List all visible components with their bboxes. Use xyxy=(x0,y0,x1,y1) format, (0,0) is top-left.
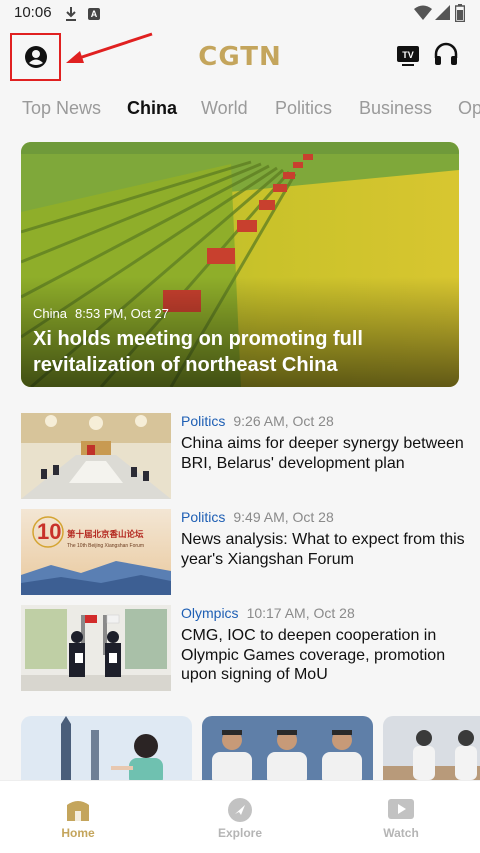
video-card[interactable] xyxy=(21,716,192,780)
tab-business[interactable]: Business xyxy=(359,98,432,119)
hero-title: Xi holds meeting on promoting full revit… xyxy=(33,328,363,376)
category-tabs: Top News China World Politics Business O… xyxy=(0,88,480,128)
news-title: China aims for deeper synergy between BR… xyxy=(181,435,464,472)
app-header: CGTN TV xyxy=(0,28,480,88)
hero-category: China xyxy=(33,306,67,321)
nav-home[interactable]: Home xyxy=(28,781,128,853)
news-meta: Politics 9:49 AM, Oct 28 xyxy=(181,509,334,525)
news-category[interactable]: Politics xyxy=(181,413,225,429)
tab-politics[interactable]: Politics xyxy=(275,98,332,119)
video-card[interactable] xyxy=(383,716,480,780)
news-category[interactable]: Olympics xyxy=(181,605,239,621)
hero-time: 8:53 PM, Oct 27 xyxy=(74,306,169,321)
tab-top-news[interactable]: Top News xyxy=(22,98,101,119)
forum-subtitle-text: The 10th Beijing Xiangshan Forum xyxy=(67,543,144,549)
tab-opinions[interactable]: Op xyxy=(458,98,480,119)
nav-label-watch: Watch xyxy=(383,826,419,840)
signal-icon xyxy=(435,5,450,20)
hero-story[interactable]: China 8:53 PM, Oct 27 Xi holds meeting on… xyxy=(21,142,459,387)
tv-icon[interactable]: TV xyxy=(396,44,420,68)
status-bar: 10:06 A xyxy=(0,0,480,28)
news-feed: China 8:53 PM, Oct 27 Xi holds meeting on… xyxy=(0,128,480,780)
nav-watch[interactable]: Watch xyxy=(351,781,451,853)
news-item[interactable]: Politics 9:26 AM, Oct 28 China aims for d… xyxy=(21,413,464,501)
nav-label-explore: Explore xyxy=(217,826,262,840)
news-time: 9:26 AM, Oct 28 xyxy=(233,413,334,429)
news-thumbnail xyxy=(21,605,171,691)
news-time: 9:49 AM, Oct 28 xyxy=(233,509,334,525)
tab-world[interactable]: World xyxy=(201,98,248,119)
news-time: 10:17 AM, Oct 28 xyxy=(246,605,355,621)
forum-title-text: 第十届北京香山论坛 xyxy=(67,529,144,540)
svg-text:10: 10 xyxy=(37,519,61,544)
news-item[interactable]: Olympics 10:17 AM, Oct 28 CMG, IOC to dee… xyxy=(21,605,461,693)
video-cards-row xyxy=(21,716,480,780)
news-meta: Olympics 10:17 AM, Oct 28 xyxy=(181,605,355,621)
download-icon xyxy=(66,7,76,21)
nav-explore[interactable]: Explore xyxy=(190,781,290,853)
news-item[interactable]: 10 第十届北京香山论坛 The 10th Beijing Xiangshan … xyxy=(21,509,465,597)
news-thumbnail xyxy=(21,413,171,499)
home-icon xyxy=(67,801,89,821)
video-card[interactable] xyxy=(202,716,373,780)
explore-icon xyxy=(228,798,252,822)
status-time: 10:06 xyxy=(14,4,52,21)
bottom-navigation: Home Explore Watch xyxy=(0,780,480,853)
watch-icon xyxy=(388,799,414,819)
wifi-icon xyxy=(414,5,432,20)
notification-a-icon: A xyxy=(88,8,100,20)
tv-label: TV xyxy=(402,50,414,60)
battery-icon xyxy=(455,4,465,22)
news-thumbnail: 10 第十届北京香山论坛 The 10th Beijing Xiangshan … xyxy=(21,509,171,595)
news-meta: Politics 9:26 AM, Oct 28 xyxy=(181,413,334,429)
hero-meta: China 8:53 PM, Oct 27 xyxy=(33,306,169,321)
nav-label-home: Home xyxy=(61,826,95,840)
news-category[interactable]: Politics xyxy=(181,509,225,525)
tab-china[interactable]: China xyxy=(127,98,177,119)
headphones-icon[interactable] xyxy=(433,42,459,68)
news-title: CMG, IOC to deepen cooperation in Olympi… xyxy=(181,627,446,683)
news-title: News analysis: What to expect from this … xyxy=(181,531,465,568)
